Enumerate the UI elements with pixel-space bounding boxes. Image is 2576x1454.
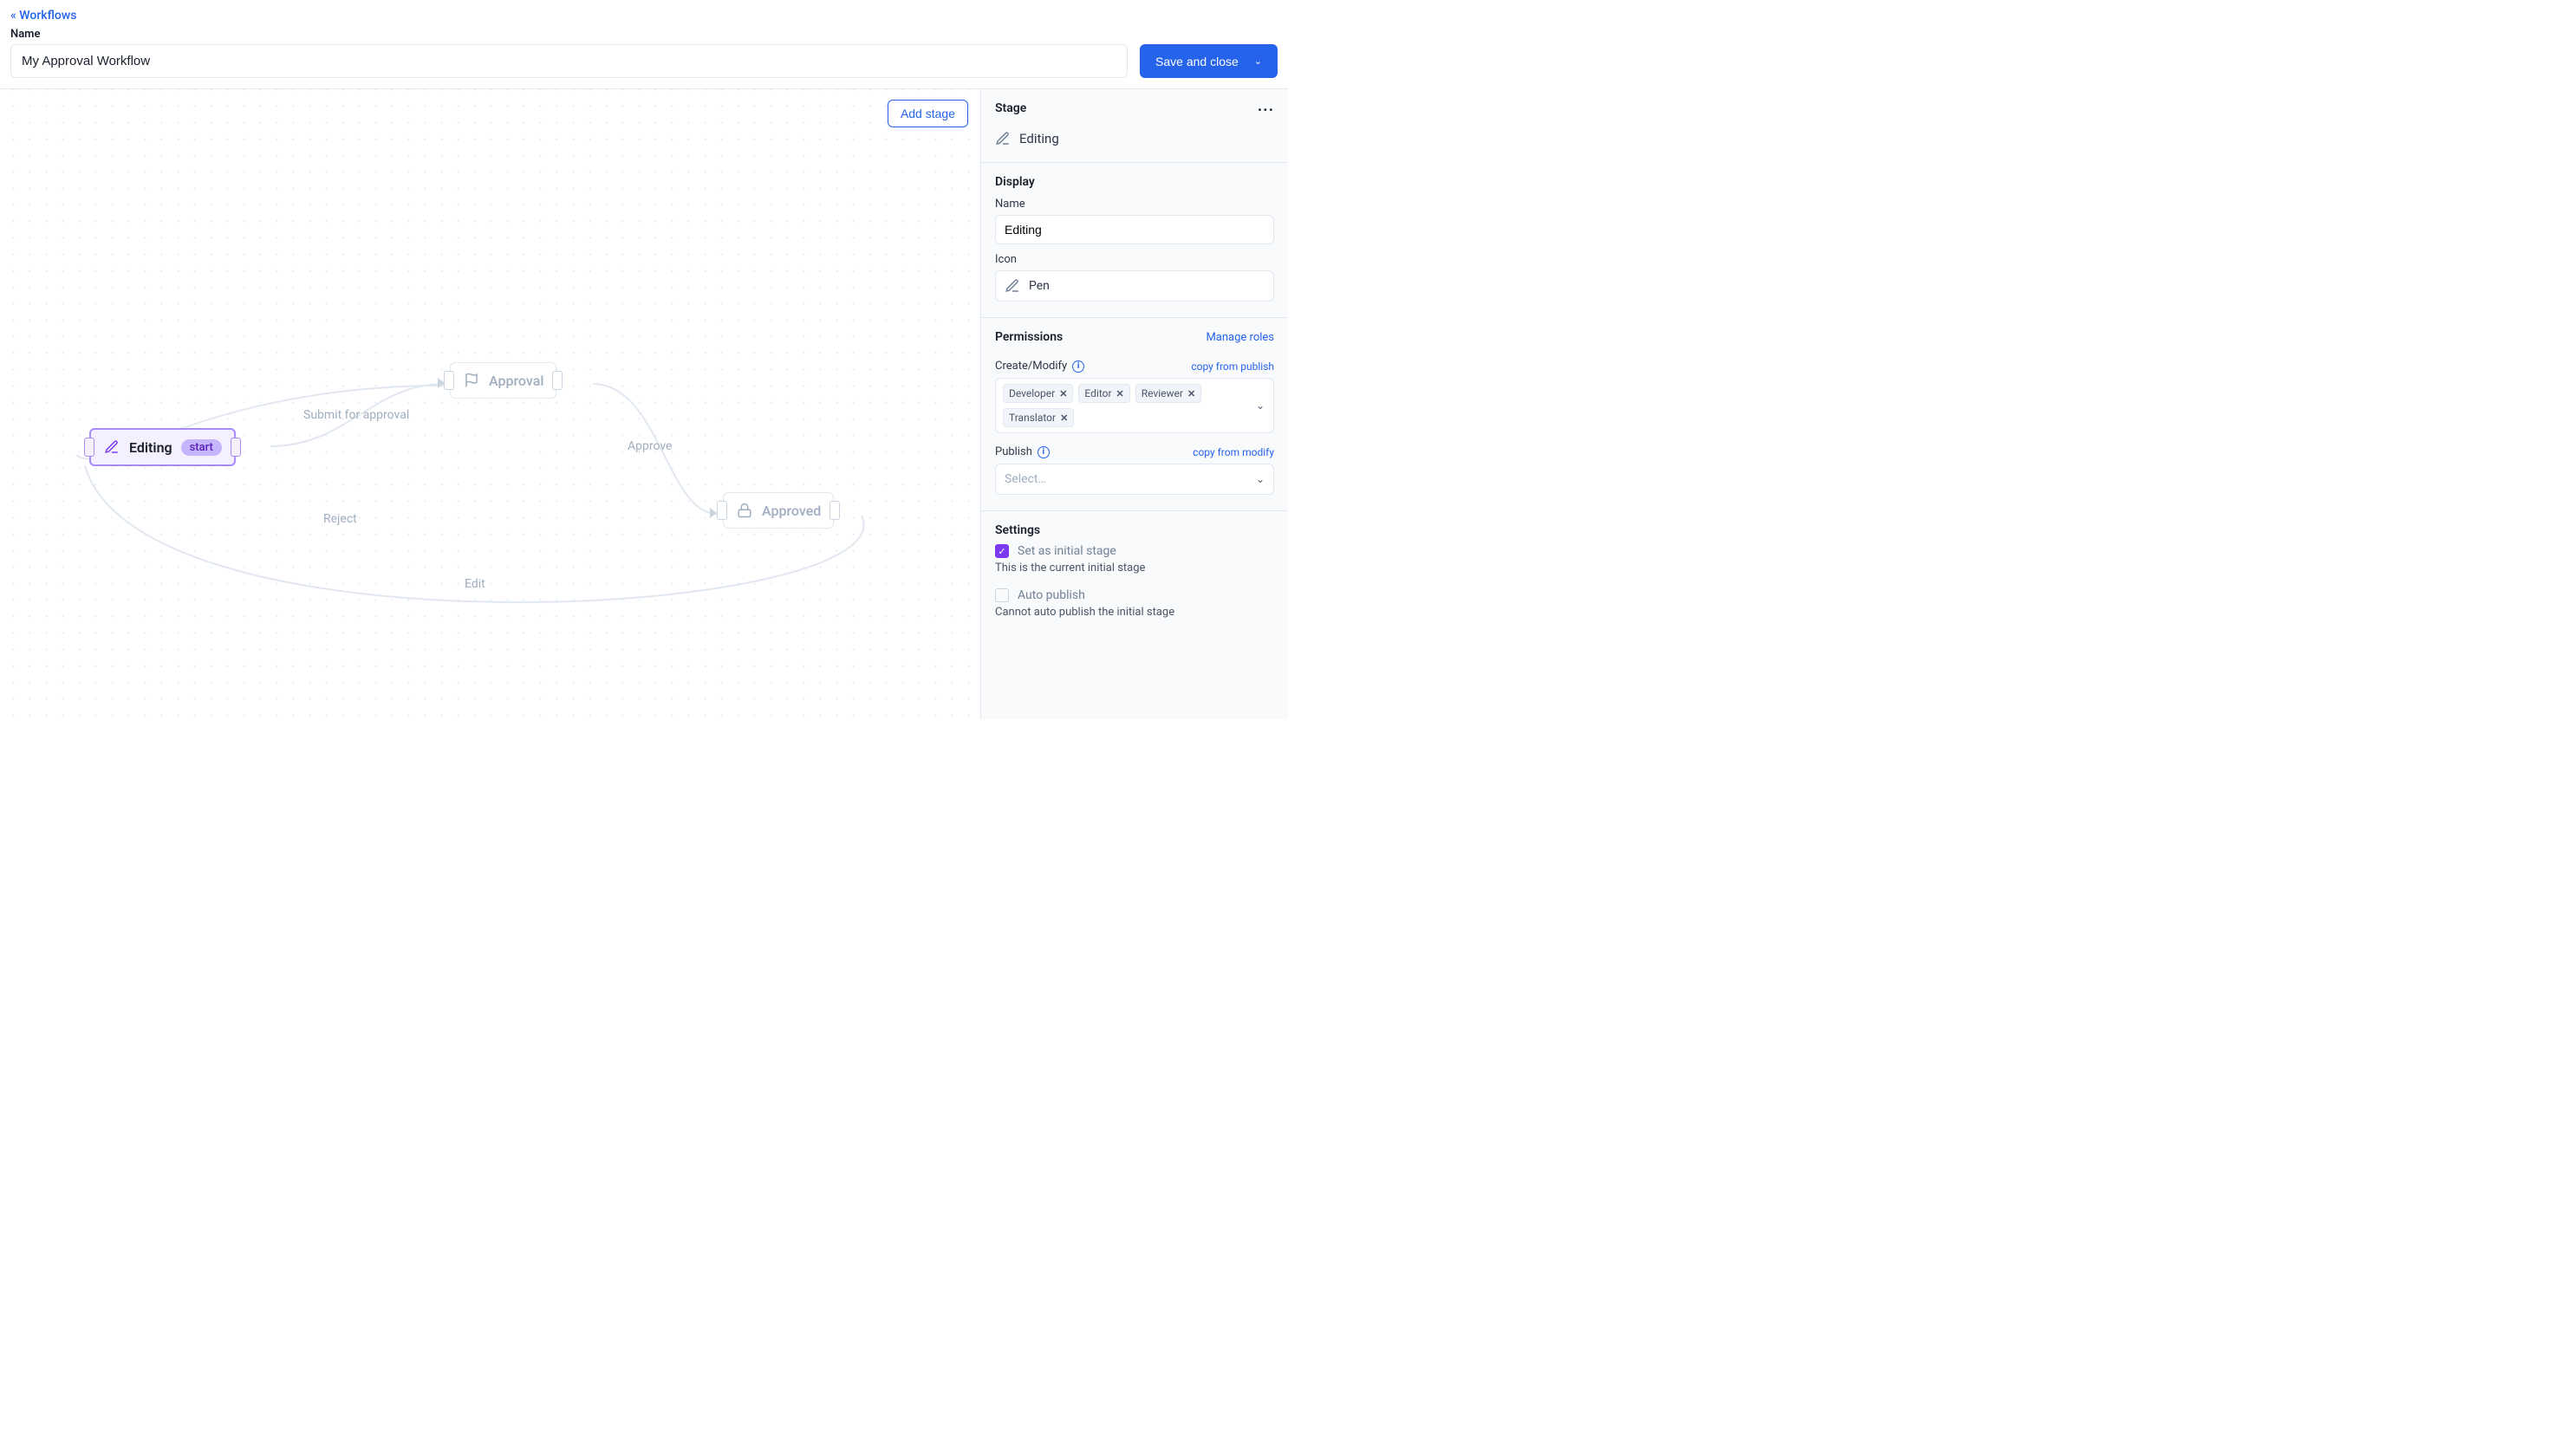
icon-picker[interactable]: Pen bbox=[995, 270, 1274, 302]
initial-stage-label: Set as initial stage bbox=[1018, 544, 1116, 558]
pen-icon bbox=[103, 438, 120, 456]
role-tag: Developer✕ bbox=[1003, 384, 1073, 403]
edge-label-edit: Edit bbox=[461, 577, 489, 591]
role-tag: Translator✕ bbox=[1003, 408, 1074, 427]
node-handle-right[interactable] bbox=[231, 438, 241, 457]
add-stage-button[interactable]: Add stage bbox=[888, 100, 968, 127]
settings-section-title: Settings bbox=[995, 523, 1040, 537]
start-badge: start bbox=[181, 439, 222, 456]
node-handle-left[interactable] bbox=[84, 438, 94, 457]
create-modify-label: Create/Modify bbox=[995, 360, 1067, 373]
role-tag: Editor✕ bbox=[1078, 384, 1129, 403]
chevron-down-icon[interactable]: ⌄ bbox=[1256, 399, 1265, 412]
node-handle-right[interactable] bbox=[829, 501, 840, 520]
node-label: Approval bbox=[489, 373, 543, 389]
permissions-section-title: Permissions bbox=[995, 330, 1063, 344]
initial-stage-checkbox[interactable]: ✓ bbox=[995, 544, 1009, 558]
arrow-icon bbox=[710, 508, 717, 518]
auto-publish-label: Auto publish bbox=[1018, 588, 1085, 602]
manage-roles-link[interactable]: Manage roles bbox=[1206, 331, 1274, 344]
stage-node-approval[interactable]: Approval bbox=[450, 362, 556, 399]
info-icon[interactable]: i bbox=[1072, 360, 1084, 373]
pen-icon bbox=[995, 131, 1011, 146]
stage-section-title: Stage bbox=[995, 101, 1059, 115]
stage-node-editing[interactable]: Editing start bbox=[89, 428, 236, 466]
copy-from-publish-link[interactable]: copy from publish bbox=[1191, 360, 1274, 373]
initial-stage-help: This is the current initial stage bbox=[995, 561, 1274, 574]
back-to-workflows-link[interactable]: « Workflows bbox=[10, 9, 76, 23]
edges-layer bbox=[0, 89, 980, 719]
auto-publish-checkbox[interactable] bbox=[995, 588, 1009, 602]
node-handle-left[interactable] bbox=[444, 371, 454, 390]
workflow-name-input[interactable] bbox=[10, 44, 1128, 78]
edge-label-reject: Reject bbox=[320, 512, 361, 526]
node-handle-left[interactable] bbox=[717, 501, 727, 520]
remove-role-icon[interactable]: ✕ bbox=[1116, 388, 1124, 399]
name-field-label: Name bbox=[995, 198, 1274, 211]
auto-publish-help: Cannot auto publish the initial stage bbox=[995, 606, 1274, 619]
flag-icon bbox=[463, 372, 480, 389]
remove-role-icon[interactable]: ✕ bbox=[1059, 388, 1067, 399]
chevron-down-icon: ⌄ bbox=[1256, 473, 1265, 485]
icon-picker-value: Pen bbox=[1029, 279, 1050, 293]
publish-placeholder: Select… bbox=[1005, 472, 1046, 486]
publish-roles-select[interactable]: Select… ⌄ bbox=[995, 464, 1274, 495]
node-label: Editing bbox=[129, 439, 172, 456]
stage-more-menu[interactable]: ··· bbox=[1258, 101, 1274, 120]
create-modify-roles-select[interactable]: Developer✕ Editor✕ Reviewer✕ Translator✕… bbox=[995, 378, 1274, 433]
name-label: Name bbox=[10, 28, 1278, 41]
icon-field-label: Icon bbox=[995, 253, 1274, 266]
publish-label: Publish bbox=[995, 445, 1032, 458]
stage-node-approved[interactable]: Approved bbox=[723, 492, 834, 529]
save-button-label: Save and close bbox=[1155, 55, 1239, 68]
edge-label-submit: Submit for approval bbox=[300, 408, 413, 422]
pen-icon bbox=[1005, 278, 1020, 294]
copy-from-modify-link[interactable]: copy from modify bbox=[1193, 446, 1274, 458]
role-tag: Reviewer✕ bbox=[1135, 384, 1201, 403]
stage-properties-panel: Stage Editing ··· Display Name Icon bbox=[980, 89, 1288, 719]
stage-current-name: Editing bbox=[1019, 131, 1059, 146]
node-label: Approved bbox=[762, 503, 821, 519]
info-icon[interactable]: i bbox=[1038, 446, 1050, 458]
remove-role-icon[interactable]: ✕ bbox=[1060, 412, 1068, 424]
workflow-canvas[interactable]: Add stage Submit for approval Approve Re… bbox=[0, 89, 980, 719]
lock-icon bbox=[736, 502, 753, 519]
chevron-down-icon: ⌄ bbox=[1254, 55, 1262, 67]
save-and-close-button[interactable]: Save and close ⌄ bbox=[1140, 44, 1278, 78]
edge-label-approve: Approve bbox=[624, 439, 675, 453]
node-handle-right[interactable] bbox=[552, 371, 563, 390]
remove-role-icon[interactable]: ✕ bbox=[1187, 388, 1195, 399]
stage-name-input[interactable] bbox=[995, 215, 1274, 244]
display-section-title: Display bbox=[995, 175, 1035, 189]
